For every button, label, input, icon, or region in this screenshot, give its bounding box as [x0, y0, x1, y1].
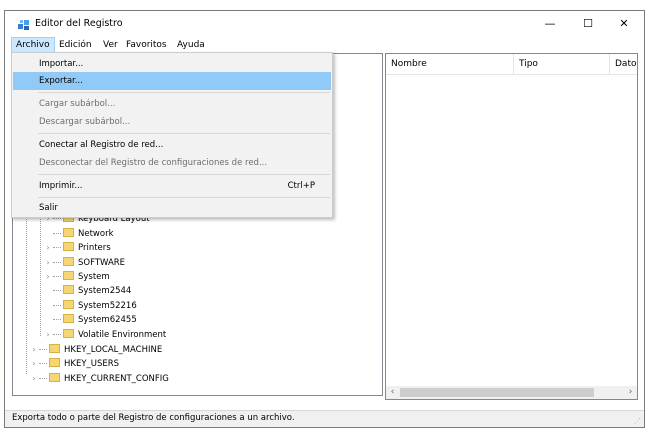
tree-item-hkey-current-config[interactable]: › HKEY_CURRENT_CONFIG — [29, 372, 169, 386]
tree-item-system[interactable]: › System — [43, 270, 110, 284]
tree-item-hkey-users[interactable]: › HKEY_USERS — [29, 357, 119, 371]
menu-separator — [38, 174, 330, 175]
close-button[interactable]: ✕ — [606, 11, 642, 37]
menu-archivo[interactable]: Archivo — [11, 37, 55, 53]
menu-item-imprimir[interactable]: Imprimir... Ctrl+P — [13, 177, 331, 195]
menu-separator — [38, 92, 330, 93]
tree-item-system62455[interactable]: System62455 — [53, 313, 137, 327]
shortcut-label: Ctrl+P — [287, 181, 315, 191]
tree-item-hkey-local-machine[interactable]: › HKEY_LOCAL_MACHINE — [29, 343, 162, 357]
folder-icon — [49, 344, 60, 353]
menu-item-importar[interactable]: Importar... — [13, 55, 331, 73]
tree-item-printers[interactable]: › Printers — [43, 241, 111, 255]
expand-arrow-icon[interactable]: › — [29, 357, 39, 371]
maximize-button[interactable]: ☐ — [570, 11, 606, 37]
menu-ver[interactable]: Ver — [99, 37, 122, 53]
archivo-dropdown-menu: Importar... Exportar... Cargar subárbol.… — [11, 52, 333, 218]
expand-arrow-icon[interactable]: › — [29, 372, 39, 386]
folder-icon — [63, 257, 74, 266]
scroll-right-icon[interactable]: › — [624, 386, 637, 399]
folder-icon — [49, 373, 60, 382]
column-header-tipo[interactable]: Tipo — [514, 54, 610, 74]
resize-grip-icon[interactable]: ⋰ — [634, 417, 642, 425]
menu-separator — [38, 133, 330, 134]
status-bar: Exporta todo o parte del Registro de con… — [5, 410, 644, 427]
registry-app-icon — [18, 20, 29, 30]
tree-item-volatile-environment[interactable]: › Volatile Environment — [43, 328, 166, 342]
expand-arrow-icon[interactable]: › — [43, 270, 53, 284]
expand-arrow-icon[interactable]: › — [29, 343, 39, 357]
column-header-dato[interactable]: Dato — [610, 54, 637, 74]
folder-icon — [63, 271, 74, 280]
menu-item-salir[interactable]: Salir — [13, 199, 331, 217]
values-list[interactable]: Nombre Tipo Dato ‹ › — [385, 53, 638, 400]
folder-icon — [63, 228, 74, 237]
title-bar[interactable]: Editor del Registro — ☐ ✕ — [5, 11, 644, 37]
scroll-left-icon[interactable]: ‹ — [386, 386, 399, 399]
menu-separator — [38, 197, 330, 198]
menu-item-descargar-subarbol[interactable]: Descargar subárbol... — [13, 113, 331, 131]
tree-item-network[interactable]: Network — [53, 227, 114, 241]
folder-icon — [63, 329, 74, 338]
scrollbar-thumb[interactable] — [400, 388, 594, 397]
minimize-button[interactable]: — — [532, 11, 568, 37]
expand-arrow-icon[interactable]: › — [43, 256, 53, 270]
column-header-nombre[interactable]: Nombre — [386, 54, 514, 74]
menu-item-cargar-subarbol[interactable]: Cargar subárbol... — [13, 95, 331, 113]
menu-favoritos[interactable]: Favoritos — [122, 37, 171, 53]
menu-item-exportar[interactable]: Exportar... — [13, 72, 331, 90]
folder-icon — [63, 300, 74, 309]
folder-icon — [63, 242, 74, 251]
menu-bar: Archivo Edición Ver Favoritos Ayuda — [5, 37, 644, 53]
menu-item-conectar-registro-red[interactable]: Conectar al Registro de red... — [13, 136, 331, 154]
folder-icon — [63, 314, 74, 323]
menu-item-desconectar-registro-red[interactable]: Desconectar del Registro de configuracio… — [13, 154, 331, 172]
folder-icon — [49, 358, 60, 367]
folder-icon — [63, 285, 74, 294]
list-header: Nombre Tipo Dato — [386, 54, 637, 75]
menu-edicion[interactable]: Edición — [55, 37, 96, 53]
tree-guide-line — [40, 206, 41, 336]
window-title: Editor del Registro — [35, 18, 123, 29]
expand-arrow-icon[interactable]: › — [43, 328, 53, 342]
horizontal-scrollbar[interactable]: ‹ › — [386, 386, 637, 399]
tree-item-system2544[interactable]: System2544 — [53, 284, 131, 298]
tree-item-software[interactable]: › SOFTWARE — [43, 256, 125, 270]
tree-item-system52216[interactable]: System52216 — [53, 299, 137, 313]
expand-arrow-icon[interactable]: › — [43, 241, 53, 255]
status-text: Exporta todo o parte del Registro de con… — [12, 413, 295, 423]
menu-ayuda[interactable]: Ayuda — [173, 37, 209, 53]
